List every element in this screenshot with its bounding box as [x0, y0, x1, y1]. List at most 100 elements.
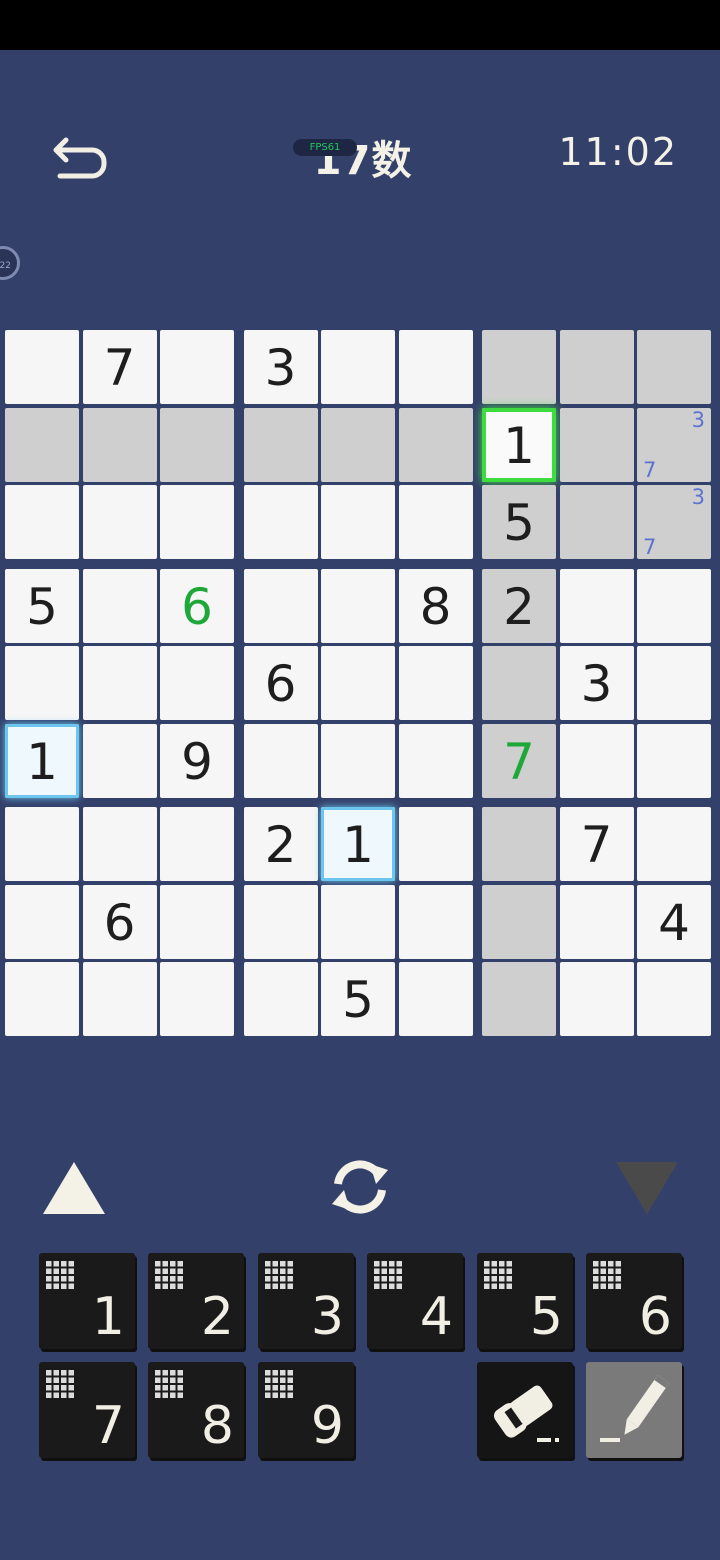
cell-r9c8[interactable] — [559, 962, 634, 1036]
digit-key-2[interactable]: 2 — [148, 1253, 244, 1349]
cell-r7c9[interactable] — [637, 807, 711, 881]
cell-r6c7[interactable]: 7 — [482, 723, 556, 798]
digit-label: 9 — [310, 1396, 344, 1456]
cell-r2c1[interactable] — [5, 407, 79, 482]
digit-key-5[interactable]: 5 — [477, 1253, 573, 1349]
cell-r4c4[interactable] — [243, 568, 318, 643]
cell-r4c3[interactable]: 6 — [160, 568, 234, 643]
cell-r4c5[interactable] — [321, 568, 395, 643]
cell-r2c9[interactable]: 37 — [637, 407, 711, 482]
cell-r3c5[interactable] — [321, 485, 395, 559]
cell-value: 8 — [419, 577, 452, 636]
cell-r2c2[interactable] — [82, 407, 157, 482]
cell-r8c8[interactable] — [559, 884, 634, 959]
next-button[interactable] — [613, 1158, 681, 1218]
cell-r8c7[interactable] — [482, 884, 556, 959]
cell-r3c8[interactable] — [559, 485, 634, 559]
cell-r2c3[interactable] — [160, 407, 234, 482]
cell-r8c9[interactable]: 4 — [637, 884, 711, 959]
digit-key-7[interactable]: 7 — [39, 1362, 135, 1458]
cell-r7c3[interactable] — [160, 807, 234, 881]
cell-r4c7[interactable]: 2 — [482, 568, 556, 643]
cell-r9c4[interactable] — [243, 962, 318, 1036]
erase-button[interactable] — [477, 1362, 573, 1458]
pencil-notes-button[interactable] — [586, 1362, 682, 1458]
cell-r4c8[interactable] — [559, 568, 634, 643]
cell-value — [244, 485, 318, 559]
cell-r2c4[interactable] — [243, 407, 318, 482]
digit-key-3[interactable]: 3 — [258, 1253, 354, 1349]
cell-r6c4[interactable] — [243, 723, 318, 798]
cell-r3c1[interactable] — [5, 485, 79, 559]
cell-r9c7[interactable] — [482, 962, 556, 1036]
cell-r1c7[interactable] — [482, 330, 556, 404]
cell-r9c1[interactable] — [5, 962, 79, 1036]
digit-key-9[interactable]: 9 — [258, 1362, 354, 1458]
cell-r9c2[interactable] — [82, 962, 157, 1036]
cell-r7c7[interactable] — [482, 807, 556, 881]
cell-r6c8[interactable] — [559, 723, 634, 798]
cell-r7c5[interactable]: 1 — [321, 807, 395, 881]
cell-r3c2[interactable] — [82, 485, 157, 559]
cell-r6c2[interactable] — [82, 723, 157, 798]
cell-r4c2[interactable] — [82, 568, 157, 643]
cell-r2c5[interactable] — [321, 407, 395, 482]
cell-r9c6[interactable] — [398, 962, 473, 1036]
cell-r7c6[interactable] — [398, 807, 473, 881]
cell-r3c3[interactable] — [160, 485, 234, 559]
cell-r5c3[interactable] — [160, 646, 234, 720]
cell-r5c9[interactable] — [637, 646, 711, 720]
mini-grid-icon — [265, 1370, 293, 1398]
cell-r4c9[interactable] — [637, 568, 711, 643]
cell-r5c2[interactable] — [82, 646, 157, 720]
cell-r5c8[interactable]: 3 — [559, 646, 634, 720]
cell-r4c1[interactable]: 5 — [5, 568, 79, 643]
cell-r8c5[interactable] — [321, 884, 395, 959]
cell-r9c9[interactable] — [637, 962, 711, 1036]
cell-r2c7[interactable]: 1 — [482, 407, 556, 482]
cell-r5c1[interactable] — [5, 646, 79, 720]
cell-r9c5[interactable]: 5 — [321, 962, 395, 1036]
cell-r5c5[interactable] — [321, 646, 395, 720]
cell-r5c6[interactable] — [398, 646, 473, 720]
side-badge[interactable]: 22 — [0, 246, 20, 280]
cell-r7c1[interactable] — [5, 807, 79, 881]
cell-r1c8[interactable] — [559, 330, 634, 404]
cell-r5c7[interactable] — [482, 646, 556, 720]
cell-r8c4[interactable] — [243, 884, 318, 959]
cell-r3c4[interactable] — [243, 485, 318, 559]
cell-r7c8[interactable]: 7 — [559, 807, 634, 881]
cell-r1c9[interactable] — [637, 330, 711, 404]
cell-r1c4[interactable]: 3 — [243, 330, 318, 404]
cell-r3c9[interactable]: 37 — [637, 485, 711, 559]
cell-r8c2[interactable]: 6 — [82, 884, 157, 959]
cell-r8c3[interactable] — [160, 884, 234, 959]
refresh-button[interactable] — [324, 1154, 396, 1220]
cell-r1c5[interactable] — [321, 330, 395, 404]
digit-key-6[interactable]: 6 — [586, 1253, 682, 1349]
cell-r3c7[interactable]: 5 — [482, 485, 556, 559]
digit-key-4[interactable]: 4 — [367, 1253, 463, 1349]
cell-r6c3[interactable]: 9 — [160, 723, 234, 798]
cell-r6c9[interactable] — [637, 723, 711, 798]
cell-r6c5[interactable] — [321, 723, 395, 798]
cell-r6c1[interactable]: 1 — [5, 723, 79, 798]
cell-r1c2[interactable]: 7 — [82, 330, 157, 404]
cell-r1c1[interactable] — [5, 330, 79, 404]
cell-r8c1[interactable] — [5, 884, 79, 959]
cell-r7c4[interactable]: 2 — [243, 807, 318, 881]
digit-key-1[interactable]: 1 — [39, 1253, 135, 1349]
cell-r2c8[interactable] — [559, 407, 634, 482]
cell-r1c3[interactable] — [160, 330, 234, 404]
cell-r8c6[interactable] — [398, 884, 473, 959]
cell-r2c6[interactable] — [398, 407, 473, 482]
cell-r7c2[interactable] — [82, 807, 157, 881]
digit-key-8[interactable]: 8 — [148, 1362, 244, 1458]
cell-r3c6[interactable] — [398, 485, 473, 559]
cell-r1c6[interactable] — [398, 330, 473, 404]
cell-r4c6[interactable]: 8 — [398, 568, 473, 643]
cell-r5c4[interactable]: 6 — [243, 646, 318, 720]
cell-r9c3[interactable] — [160, 962, 234, 1036]
cell-r6c6[interactable] — [398, 723, 473, 798]
previous-button[interactable] — [40, 1158, 108, 1218]
